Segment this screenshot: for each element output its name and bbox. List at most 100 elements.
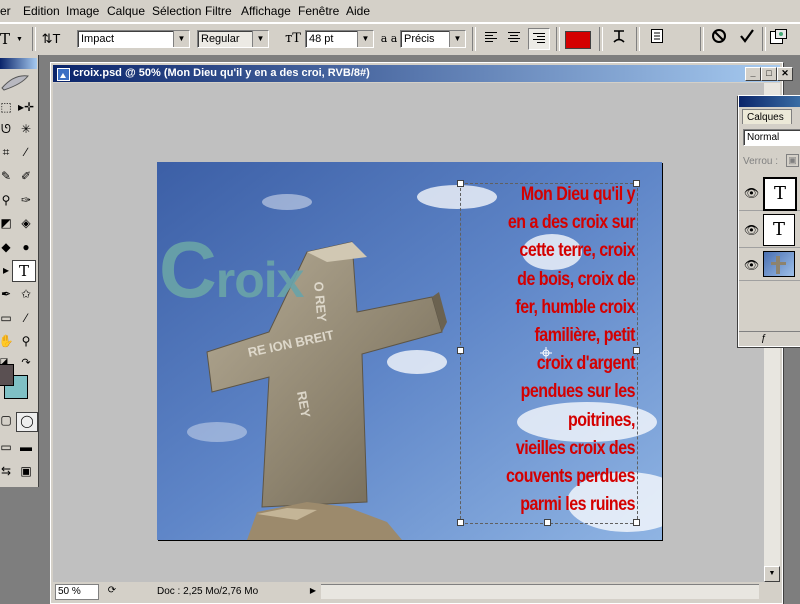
crop-tool-icon[interactable]: ⌗ <box>0 144 14 160</box>
eye-icon[interactable]: 👁 <box>744 223 759 237</box>
antialias-select[interactable]: Précis ▼ <box>400 30 466 48</box>
foreground-color-swatch[interactable] <box>0 364 14 386</box>
layers-panel: Calques Normal Verrou : ▣ 👁 T 👁 T 👁 ƒ <box>738 95 800 347</box>
antialias-value: Précis <box>404 33 435 45</box>
tool-preset-arrow-icon[interactable]: ▼ <box>16 36 23 43</box>
font-style-select[interactable]: Regular ▼ <box>197 30 269 48</box>
close-button[interactable]: ✕ <box>777 67 793 81</box>
text-orientation-icon[interactable]: ⇅T <box>40 28 62 50</box>
quickmask-mode-icon[interactable]: ◯ <box>16 412 38 432</box>
screen-mode-full-icon[interactable]: ▬ <box>18 439 34 455</box>
chevron-down-icon[interactable]: ▼ <box>449 31 465 47</box>
dodge-tool-icon[interactable]: ● <box>18 239 34 255</box>
lock-transparency-checkbox[interactable]: ▣ <box>786 154 799 167</box>
menu-selection[interactable]: Sélection <box>152 4 201 18</box>
reference-point-icon[interactable] <box>540 347 552 359</box>
status-bar: 50 % ⟳ Doc : 2,25 Mo/2,76 Mo ▶ <box>53 583 764 601</box>
menu-filtre[interactable]: Filtre <box>205 4 232 18</box>
slice-tool-icon[interactable]: ∕ <box>18 144 34 160</box>
warp-text-icon[interactable] <box>608 28 630 50</box>
file-browser-icon[interactable] <box>768 28 790 50</box>
document-window: croix.psd @ 50% (Mon Dieu qu'il y en a d… <box>50 62 793 604</box>
separator <box>636 27 640 51</box>
history-brush-icon[interactable]: ✑ <box>18 192 34 208</box>
palettes-icon[interactable] <box>646 28 668 50</box>
eye-icon[interactable]: 👁 <box>744 258 759 272</box>
bbox-handle[interactable] <box>633 180 640 187</box>
magic-wand-icon[interactable]: ✳ <box>18 121 34 137</box>
document-size-info: Doc : 2,25 Mo/2,76 Mo <box>157 586 259 597</box>
layer-row[interactable]: 👁 <box>739 248 800 281</box>
font-size-select[interactable]: 48 pt ▼ <box>305 30 374 48</box>
status-menu-icon[interactable]: ⟳ <box>105 584 119 598</box>
blur-tool-icon[interactable]: ◆ <box>0 239 14 255</box>
tab-layers[interactable]: Calques <box>742 109 792 124</box>
eraser-tool-icon[interactable]: ◩ <box>0 215 14 231</box>
croix-rest: roix <box>215 252 305 308</box>
jump-to-imageready-icon[interactable]: ⇆ <box>0 463 14 479</box>
swap-colors-icon[interactable]: ↷ <box>18 355 34 371</box>
status-arrow-icon[interactable]: ▶ <box>307 584 319 598</box>
menu-image[interactable]: Image <box>66 4 99 18</box>
align-right-icon[interactable] <box>528 28 550 50</box>
font-family-value: Impact <box>81 33 115 45</box>
menu-fenetre[interactable]: Fenêtre <box>298 4 339 18</box>
chevron-down-icon[interactable]: ▼ <box>173 31 189 47</box>
tool-preset-button[interactable]: T <box>0 28 16 50</box>
bbox-handle[interactable] <box>457 347 464 354</box>
horizontal-scrollbar[interactable] <box>321 584 759 599</box>
eyedropper-icon[interactable]: ⁄ <box>18 310 34 326</box>
custom-shape-icon[interactable]: ✩ <box>18 286 34 302</box>
layer-row[interactable]: 👁 T <box>739 174 800 211</box>
menu-file[interactable]: er <box>0 4 11 18</box>
align-left-icon[interactable] <box>480 28 502 50</box>
zoom-field[interactable]: 50 % <box>55 584 99 600</box>
bbox-handle[interactable] <box>544 519 551 526</box>
chevron-down-icon[interactable]: ▼ <box>252 31 268 47</box>
maximize-button[interactable]: □ <box>761 67 777 81</box>
move-tool-icon[interactable]: ▸✛ <box>18 99 34 115</box>
separator <box>32 27 36 51</box>
feather-icon[interactable] <box>0 72 30 94</box>
notes-tool-icon[interactable]: ▭ <box>0 310 14 326</box>
image-canvas[interactable]: RE ION BREIT O REY REY Croix Mon Dieu qu… <box>157 162 662 540</box>
text-color-swatch[interactable] <box>565 31 591 49</box>
lasso-tool-icon[interactable]: ᘎ <box>0 121 14 137</box>
document-titlebar[interactable]: croix.psd @ 50% (Mon Dieu qu'il y en a d… <box>53 65 793 82</box>
stamp-tool-icon[interactable]: ⚲ <box>0 192 14 208</box>
healing-brush-icon[interactable]: ✎ <box>0 168 14 184</box>
zoom-tool-icon[interactable]: ⚲ <box>18 333 34 349</box>
bbox-handle[interactable] <box>457 519 464 526</box>
standard-mode-icon[interactable]: ▢ <box>0 412 14 428</box>
brush-tool-icon[interactable]: ✐ <box>18 168 34 184</box>
minimize-button[interactable]: _ <box>745 67 761 81</box>
scroll-down-button[interactable]: ▼ <box>764 566 780 582</box>
align-center-icon[interactable] <box>503 28 525 50</box>
bbox-handle[interactable] <box>457 180 464 187</box>
menu-edition[interactable]: Edition <box>23 4 60 18</box>
marquee-tool-icon[interactable]: ⬚ <box>0 99 14 115</box>
bbox-handle[interactable] <box>633 519 640 526</box>
commit-icon[interactable] <box>736 28 758 50</box>
blend-mode-select[interactable]: Normal <box>743 129 800 146</box>
link-layers-icon[interactable]: ƒ <box>761 333 767 344</box>
menu-affichage[interactable]: Affichage <box>241 4 291 18</box>
menu-calque[interactable]: Calque <box>107 4 145 18</box>
document-title: croix.psd @ 50% (Mon Dieu qu'il y en a d… <box>73 67 370 79</box>
hand-tool-icon[interactable]: ✋ <box>0 333 14 349</box>
cancel-icon[interactable] <box>708 28 730 50</box>
screen-mode-standard-icon[interactable]: ▭ <box>0 439 14 455</box>
imageready-icon[interactable]: ▣ <box>18 463 34 479</box>
eye-icon[interactable]: 👁 <box>744 186 759 200</box>
pen-tool-icon[interactable]: ✒ <box>0 286 14 302</box>
paint-bucket-icon[interactable]: ◈ <box>18 215 34 231</box>
font-size-icon: ᴛT <box>285 31 301 46</box>
canvas-area: RE ION BREIT O REY REY Croix Mon Dieu qu… <box>53 83 764 582</box>
type-tool-icon[interactable]: T <box>12 260 36 282</box>
menu-aide[interactable]: Aide <box>346 4 370 18</box>
chevron-down-icon[interactable]: ▼ <box>357 31 373 47</box>
layer-row[interactable]: 👁 T <box>739 211 800 248</box>
font-family-select[interactable]: Impact ▼ <box>77 30 190 48</box>
layers-panel-titlebar[interactable] <box>739 96 800 107</box>
bbox-handle[interactable] <box>633 347 640 354</box>
